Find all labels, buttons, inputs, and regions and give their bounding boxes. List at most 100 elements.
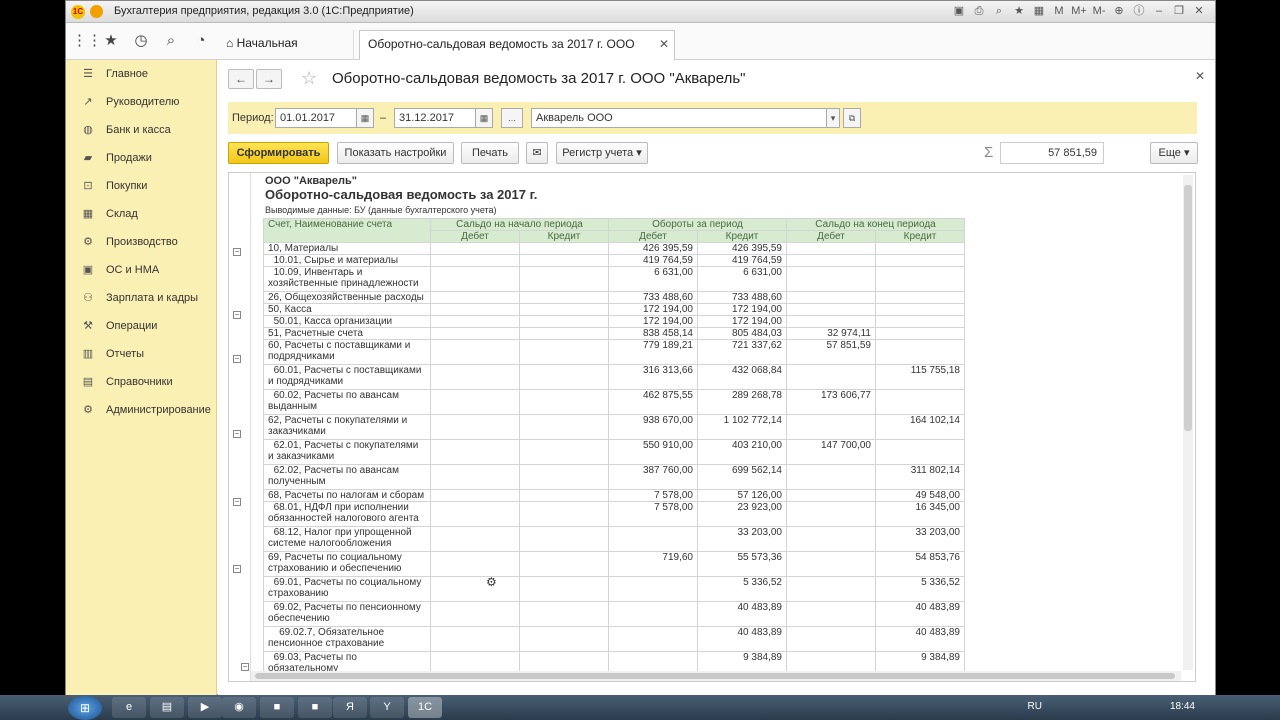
collapse-group-icon[interactable]: − (241, 663, 249, 671)
chrome-icon[interactable]: ◉ (222, 697, 256, 718)
collapse-group-icon[interactable]: − (233, 430, 241, 438)
org-open-icon[interactable]: ⧉ (843, 108, 861, 128)
tab-home[interactable]: ⌂ Начальная страница (218, 30, 354, 76)
app-orange2-icon[interactable]: ■ (298, 697, 332, 718)
collapse-group-icon[interactable]: − (233, 498, 241, 506)
sidebar-item[interactable]: ▦ Склад (66, 201, 217, 227)
calendar-to-icon[interactable]: ▦ (475, 108, 493, 128)
period-select-button[interactable]: ... (501, 108, 523, 128)
table-row[interactable]: 68.01, НДФЛ при исполнении обязанностей … (263, 501, 965, 527)
bookmark-icon[interactable]: ★ (1011, 4, 1027, 19)
table-row[interactable]: 60.02, Расчеты по авансам выданным 462 87… (263, 389, 965, 415)
sidebar-item[interactable]: ▤ Справочники (66, 369, 217, 395)
generate-button[interactable]: Сформировать (228, 142, 329, 164)
back-button[interactable]: ← (228, 69, 254, 89)
vertical-scrollbar[interactable] (1183, 175, 1193, 670)
preview-icon[interactable]: ⌕ (991, 4, 1007, 19)
sidebar-item[interactable]: ⚙ Производство (66, 229, 217, 255)
save-icon[interactable]: ▣ (951, 4, 967, 19)
favorite-star-icon[interactable]: ☆ (301, 68, 317, 89)
grid-icon[interactable]: ⋮⋮ (72, 32, 102, 50)
minimize-icon[interactable]: – (1151, 4, 1167, 19)
print-button[interactable]: Печать (461, 142, 519, 164)
sidebar-item[interactable]: ▰ Продажи (66, 145, 217, 171)
table-row[interactable]: 68, Расчеты по налогам и сборам 7 578,00 5… (263, 489, 965, 502)
collapse-group-icon[interactable]: − (233, 311, 241, 319)
table-row[interactable]: 62.02, Расчеты по авансам полученным 387 … (263, 464, 965, 490)
sidebar-item[interactable]: ☰ Главное (66, 61, 217, 87)
media-icon[interactable]: ▶ (188, 697, 222, 718)
period-from-field[interactable]: 01.01.2017 (275, 108, 357, 128)
sidebar-item[interactable]: ◍ Банк и касса (66, 117, 217, 143)
header-credit: Кредит (519, 230, 609, 243)
main-menu-icon[interactable] (90, 5, 103, 18)
info-icon[interactable]: ⓘ (1131, 4, 1147, 19)
report-area[interactable]: −−−−−−−− ООО "Акварель" Оборотно-сальдов… (228, 172, 1196, 682)
organization-field[interactable]: Акварель ООО (531, 108, 827, 128)
table-row[interactable]: 10.01, Сырье и материалы 419 764,59 419 76… (263, 254, 965, 267)
table-row[interactable]: 69.01, Расчеты по социальному страховани… (263, 576, 965, 602)
table-row[interactable]: 50, Касса 172 194,00 172 194,00 (263, 303, 965, 316)
amount-cell (875, 439, 965, 465)
table-row[interactable]: 62, Расчеты с покупателями и заказчиками… (263, 414, 965, 440)
search-icon[interactable]: ⌕ (162, 32, 180, 50)
collapse-group-icon[interactable]: − (233, 565, 241, 573)
1c-taskbar-icon[interactable]: 1С (408, 697, 442, 718)
favorites-icon[interactable]: ★ (102, 32, 120, 50)
ie-icon[interactable]: e (112, 697, 146, 718)
collapse-group-icon[interactable]: − (233, 355, 241, 363)
yandex-icon[interactable]: Я (333, 697, 367, 718)
table-row[interactable]: 68.12, Налог при упрощенной системе нало… (263, 526, 965, 552)
header-debit: Дебет (786, 230, 876, 243)
org-dropdown-icon[interactable]: ▾ (826, 108, 840, 128)
table-row[interactable]: 60.01, Расчеты с поставщиками и подрядчи… (263, 364, 965, 390)
sidebar-item[interactable]: ▥ Отчеты (66, 341, 217, 367)
period-to-field[interactable]: 31.12.2017 (394, 108, 476, 128)
horizontal-scrollbar[interactable] (251, 671, 1181, 681)
collapse-group-icon[interactable]: − (233, 248, 241, 256)
sidebar-item[interactable]: ⚙ Администрирование (66, 397, 217, 423)
close-form-icon[interactable]: ✕ (1195, 69, 1205, 83)
tab-report[interactable]: Оборотно-сальдовая ведомость за 2017 г. … (359, 30, 675, 77)
sidebar-item[interactable]: ▣ ОС и НМА (66, 257, 217, 283)
start-button[interactable]: ⊞ (68, 696, 102, 720)
yandex-browser-icon[interactable]: Y (370, 697, 404, 718)
close-tab-icon[interactable]: ✕ (659, 31, 669, 57)
sidebar-item[interactable]: ⚇ Зарплата и кадры (66, 285, 217, 311)
table-row[interactable]: 10, Материалы 426 395,59 426 395,59 (263, 242, 965, 255)
calendar-icon[interactable]: ▦ (1031, 4, 1047, 19)
explorer-icon[interactable]: ▤ (150, 697, 184, 718)
table-row[interactable]: 69.02, Расчеты по пенсионному обеспечени… (263, 601, 965, 627)
email-icon[interactable]: ✉ (526, 142, 548, 164)
memory-plus-icon[interactable]: M+ (1071, 4, 1087, 19)
table-row[interactable]: 50.01, Касса организации 172 194,00 172 19… (263, 315, 965, 328)
table-row[interactable]: 60, Расчеты с поставщиками и подрядчикам… (263, 339, 965, 365)
history-icon[interactable]: ◷ (132, 32, 150, 50)
forward-button[interactable]: → (256, 69, 282, 89)
table-row[interactable]: 10.09, Инвентарь и хозяйственные принадл… (263, 266, 965, 292)
more-button[interactable]: Еще ▾ (1150, 142, 1198, 164)
maximize-icon[interactable]: ❐ (1171, 4, 1187, 19)
sidebar-item[interactable]: ⚒ Операции (66, 313, 217, 339)
register-button[interactable]: Регистр учета ▾ (556, 142, 648, 164)
close-window-icon[interactable]: ✕ (1191, 4, 1207, 19)
bell-icon[interactable]: ◔ (192, 32, 210, 50)
table-row[interactable]: 69.02.7, Обязательное пенсионное страхов… (263, 626, 965, 652)
table-row[interactable]: 69, Расчеты по социальному страхованию и… (263, 551, 965, 577)
memory-m-icon[interactable]: M (1051, 4, 1067, 19)
amount-cell (875, 266, 965, 292)
show-settings-button[interactable]: Показать настройки (337, 142, 454, 164)
zoom-icon[interactable]: ⊕ (1111, 4, 1127, 19)
account-cell: 62.02, Расчеты по авансам полученным (263, 464, 431, 490)
language-indicator[interactable]: RU (1028, 701, 1042, 712)
sidebar-item[interactable]: ↗ Руководителю (66, 89, 217, 115)
calendar-from-icon[interactable]: ▦ (356, 108, 374, 128)
app-orange-icon[interactable]: ■ (260, 697, 294, 718)
print-icon[interactable]: ⎙ (971, 4, 987, 19)
table-row[interactable]: 51, Расчетные счета 838 458,14 805 484,03 3… (263, 327, 965, 340)
sidebar-item[interactable]: ⊡ Покупки (66, 173, 217, 199)
memory-minus-icon[interactable]: M- (1091, 4, 1107, 19)
amount-cell (519, 315, 609, 328)
table-row[interactable]: 62.01, Расчеты с покупателями и заказчик… (263, 439, 965, 465)
table-row[interactable]: 26, Общехозяйственные расходы 733 488,60 7… (263, 291, 965, 304)
